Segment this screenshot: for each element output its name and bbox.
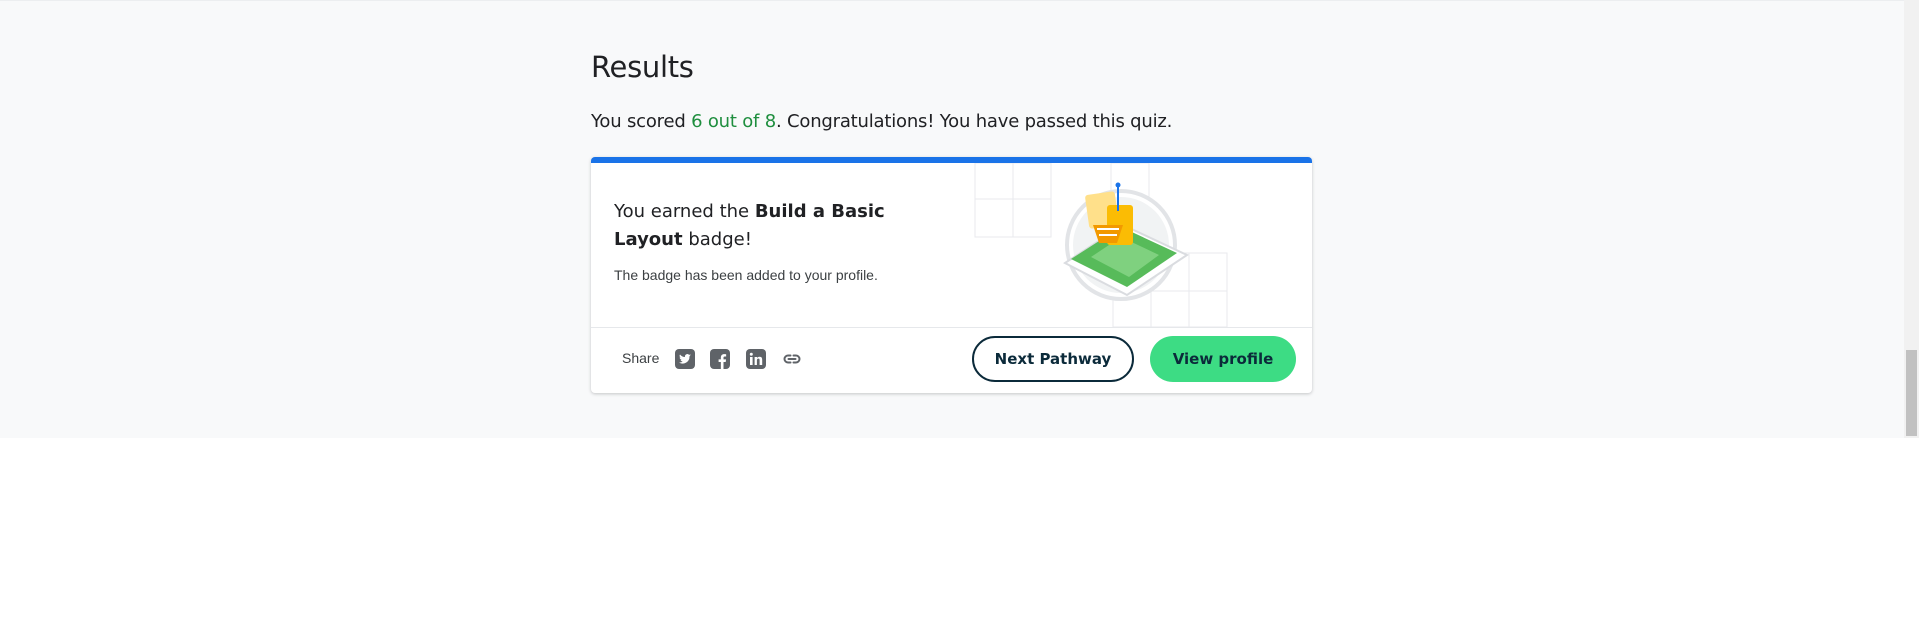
- linkedin-icon[interactable]: [745, 348, 767, 370]
- scrollbar-thumb[interactable]: [1906, 350, 1917, 436]
- score-summary: You scored 6 out of 8. Congratulations! …: [591, 111, 1172, 132]
- score-suffix: . Congratulations! You have passed this …: [775, 111, 1173, 132]
- badge-added-note: The badge has been added to your profile…: [614, 267, 878, 283]
- view-profile-button[interactable]: View profile: [1150, 336, 1296, 382]
- badge-earned-prefix: You earned the: [614, 201, 755, 222]
- share-label: Share: [622, 350, 660, 366]
- badge-earned-suffix: badge!: [682, 229, 752, 250]
- badge-illustration: [974, 163, 1228, 327]
- score-prefix: You scored: [591, 111, 692, 132]
- badge-earned-message: You earned the Build a Basic Layout badg…: [614, 198, 914, 254]
- badge-card-footer: Share Next Pathway View profile: [591, 328, 1312, 393]
- facebook-icon[interactable]: [709, 348, 731, 370]
- badge-medal-icon: [1063, 182, 1190, 301]
- link-icon[interactable]: [781, 348, 803, 370]
- badge-card: You earned the Build a Basic Layout badg…: [591, 157, 1312, 393]
- badge-card-body: You earned the Build a Basic Layout badg…: [591, 163, 1312, 328]
- score-value: 6 out of 8: [691, 111, 776, 132]
- results-title: Results: [591, 50, 694, 84]
- next-pathway-button[interactable]: Next Pathway: [972, 336, 1134, 382]
- twitter-icon[interactable]: [674, 348, 696, 370]
